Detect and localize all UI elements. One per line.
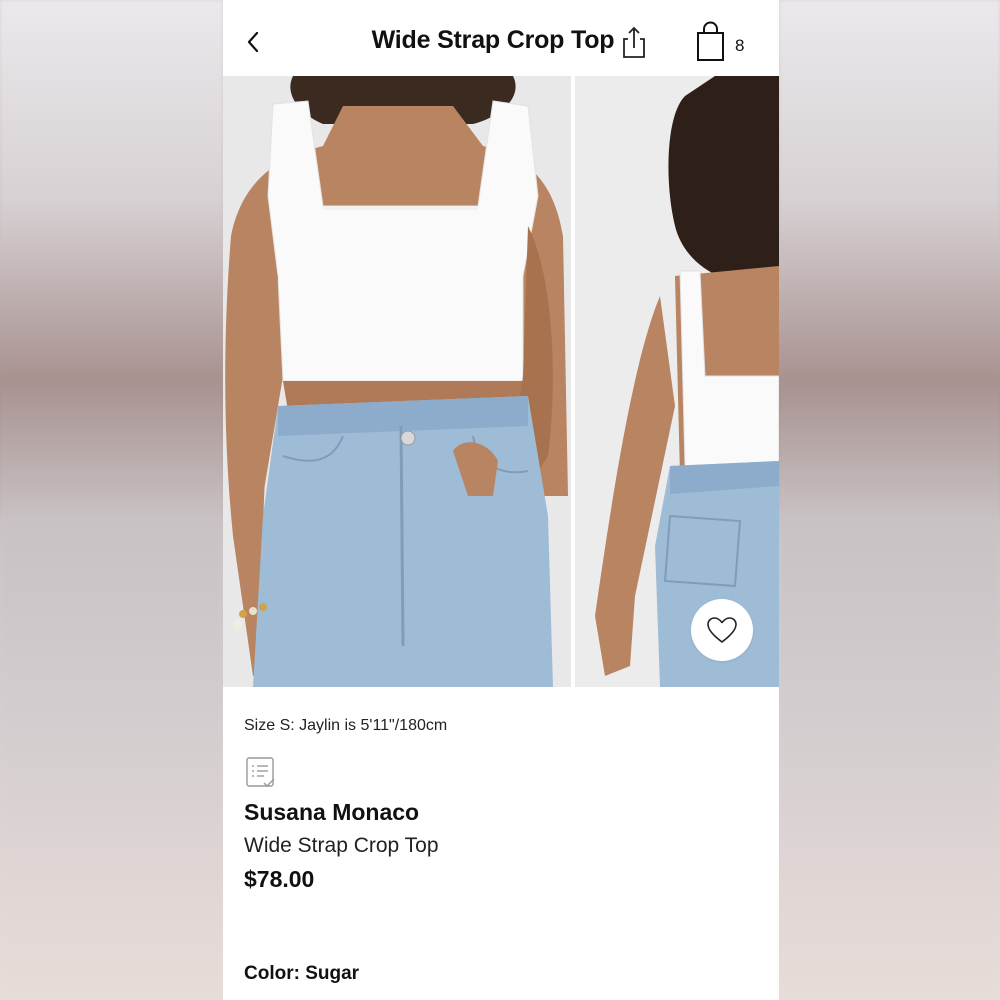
heart-outline-icon bbox=[707, 617, 737, 643]
product-price: $78.00 bbox=[244, 866, 315, 892]
color-selection: Color: Sugar bbox=[244, 963, 359, 985]
shopping-bag-icon bbox=[697, 21, 724, 61]
bag-count-badge: 8 bbox=[735, 36, 745, 55]
product-photo-front bbox=[223, 76, 571, 687]
size-chart-button[interactable] bbox=[245, 756, 277, 790]
brand-name[interactable]: Susana Monaco bbox=[244, 799, 419, 826]
bag-button[interactable] bbox=[693, 20, 733, 64]
color-label: Color: bbox=[244, 963, 300, 984]
size-chart-icon bbox=[246, 757, 275, 787]
product-screen: Wide Strap Crop Top 8 Size S: Jaylin is … bbox=[223, 0, 779, 1000]
product-image-back[interactable] bbox=[575, 76, 779, 687]
background-right bbox=[779, 0, 1000, 1000]
product-name: Wide Strap Crop Top bbox=[244, 834, 439, 857]
back-button[interactable] bbox=[239, 24, 267, 60]
model-size-note: Size S: Jaylin is 5'11"/180cm bbox=[244, 717, 448, 734]
background-left bbox=[0, 0, 223, 1000]
product-image-front[interactable] bbox=[223, 76, 571, 687]
top-bar: Wide Strap Crop Top 8 bbox=[223, 0, 779, 76]
product-photo-back bbox=[575, 76, 779, 687]
product-gallery[interactable] bbox=[223, 76, 779, 687]
share-icon bbox=[623, 26, 645, 58]
color-value: Sugar bbox=[305, 963, 360, 984]
share-button[interactable] bbox=[619, 22, 649, 62]
page-title: Wide Strap Crop Top bbox=[371, 26, 615, 54]
chevron-left-icon bbox=[247, 31, 259, 53]
favorite-button[interactable] bbox=[691, 599, 753, 661]
